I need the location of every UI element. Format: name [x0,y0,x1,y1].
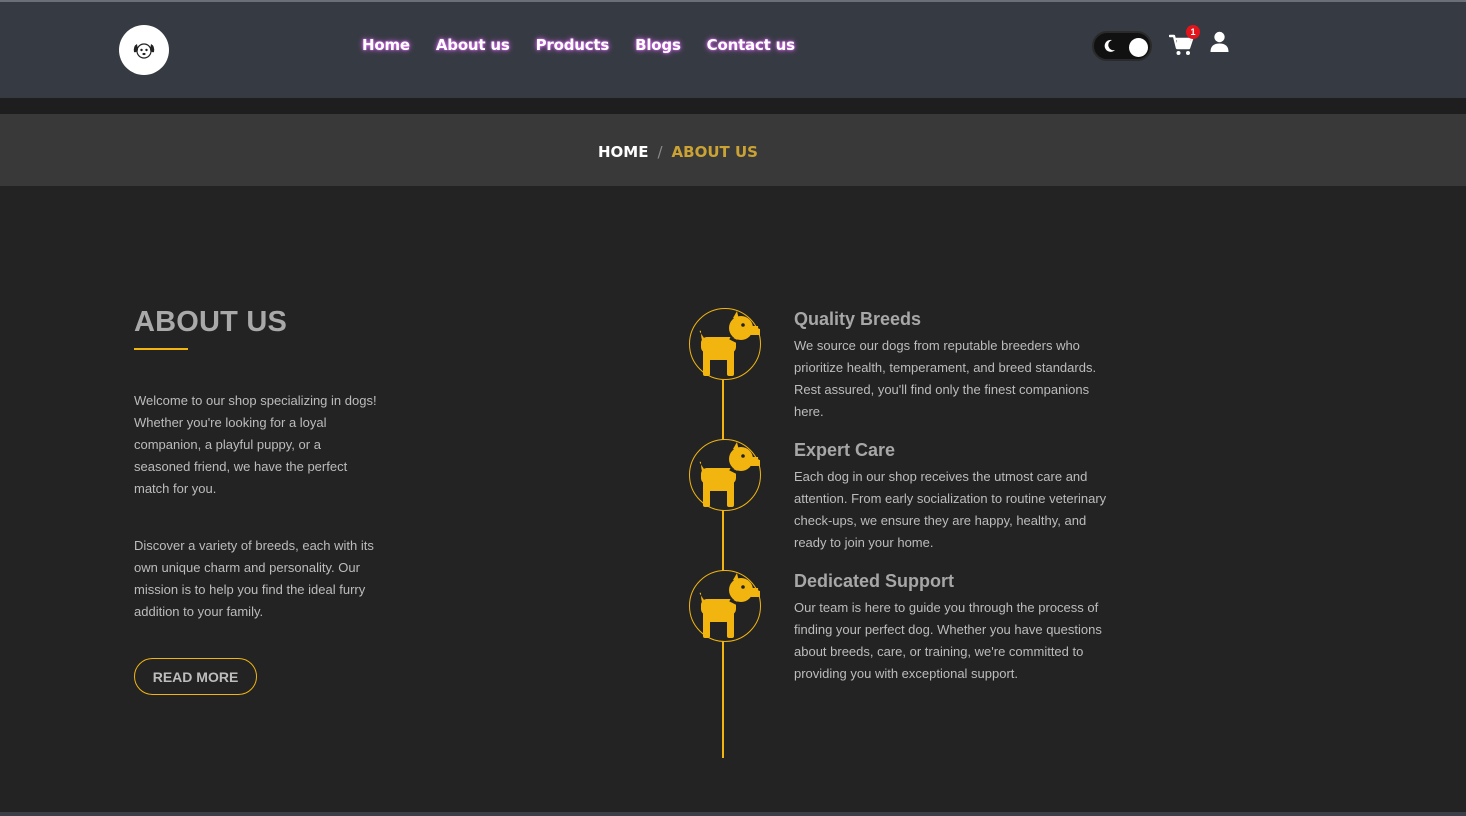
feature-text: We source our dogs from reputable breede… [794,338,1097,419]
feature-text: Each dog in our shop receives the utmost… [794,469,1107,550]
breadcrumb: HOME / ABOUT US [598,143,758,161]
page-title: ABOUT US [134,306,288,338]
theme-toggle[interactable] [1092,31,1152,61]
title-underline [134,348,188,350]
feature-title: Quality Breeds [794,309,922,329]
feature-title: Dedicated Support [794,571,955,591]
nav-products-link[interactable]: Products [536,36,610,54]
footer-border [0,812,1466,816]
about-paragraph-2: Discover a variety of breeds, each with … [134,538,374,619]
moon-icon [1104,39,1115,52]
nav-blogs-link[interactable]: Blogs [635,36,681,54]
feature-text: Our team is here to guide you through th… [794,600,1102,681]
nav-home-link[interactable]: Home [362,36,410,54]
toggle-knob [1129,38,1148,57]
breadcrumb-home-link[interactable]: HOME [598,143,648,161]
cart-count-badge: 1 [1186,25,1200,39]
header-gap [0,98,1466,114]
breadcrumb-current: ABOUT US [671,143,758,161]
dog-face-logo-icon[interactable] [119,25,169,75]
dog-icon [689,439,761,511]
read-more-button[interactable]: READ MORE [134,658,257,695]
navbar: Home About us Products Blogs Contact us [0,2,1466,98]
main-nav: Home About us Products Blogs Contact us [362,36,821,54]
dog-icon [689,570,761,642]
dog-icon [689,308,761,380]
user-icon[interactable] [1209,31,1230,53]
nav-contact-link[interactable]: Contact us [707,36,795,54]
nav-about-link[interactable]: About us [436,36,510,54]
about-paragraph-1: Welcome to our shop specializing in dogs… [134,393,377,496]
breadcrumb-separator: / [657,143,663,161]
feature-title: Expert Care [794,440,896,460]
timeline-line [722,380,724,758]
